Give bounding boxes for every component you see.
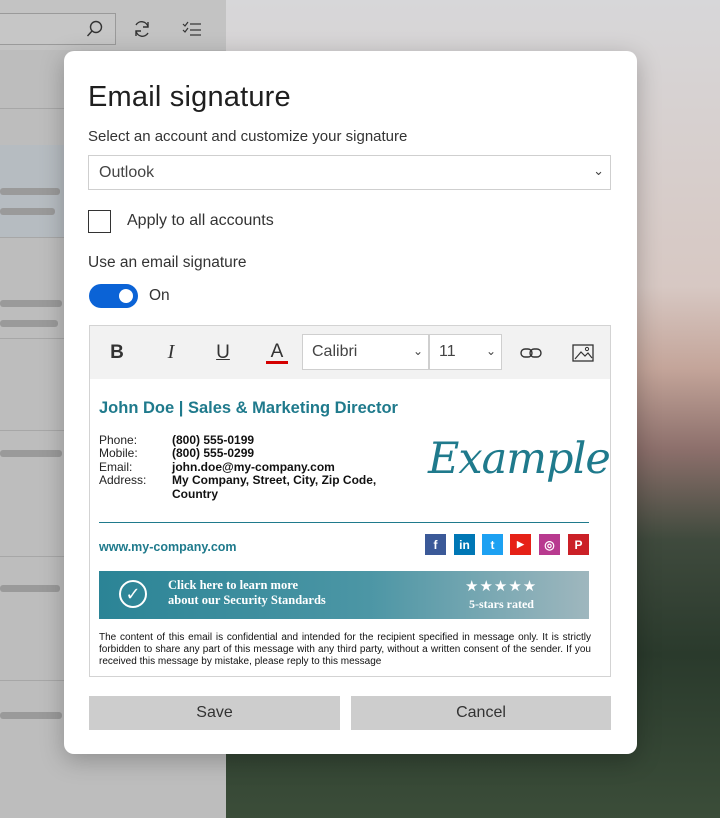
facebook-icon[interactable]: f <box>425 534 446 555</box>
signature-editor[interactable]: B I U A Calibri ⌄ 11 ⌄ John Doe | Sales … <box>89 325 611 677</box>
email-value: john.doe@my-company.com <box>172 459 335 474</box>
company-logo: Example <box>428 434 610 484</box>
blurred-text <box>0 320 58 327</box>
account-select[interactable]: Outlook ⌄ <box>88 155 611 190</box>
font-size-select[interactable]: 11 ⌄ <box>429 334 502 370</box>
banner-line-2: about our Security Standards <box>168 593 326 607</box>
blurred-text <box>0 208 55 215</box>
sync-icon[interactable] <box>127 13 157 45</box>
font-color-button[interactable]: A <box>260 336 294 369</box>
format-toolbar: B I U A Calibri ⌄ 11 ⌄ <box>90 326 610 379</box>
underline-button[interactable]: U <box>206 336 240 369</box>
insert-link-icon[interactable] <box>514 336 548 369</box>
signature-content[interactable]: John Doe | Sales & Marketing Director Ph… <box>90 379 610 676</box>
bold-button[interactable]: B <box>100 336 134 369</box>
use-signature-label: Use an email signature <box>88 254 247 271</box>
toggle-state-label: On <box>149 287 170 304</box>
toggle-knob <box>119 289 133 303</box>
rating-label: 5-stars rated <box>469 597 534 611</box>
dialog-title: Email signature <box>88 81 291 113</box>
checkmark-icon: ✓ <box>119 580 147 608</box>
search-icon[interactable] <box>80 13 110 45</box>
font-family-value: Calibri <box>312 343 358 360</box>
blurred-text <box>0 712 62 719</box>
disclaimer-text: The content of this email is confidentia… <box>99 632 591 668</box>
email-label: Email: <box>99 459 133 474</box>
address-value: My Company, Street, City, Zip Code, Coun… <box>172 473 377 501</box>
chevron-down-icon: ⌄ <box>485 344 496 358</box>
chevron-down-icon: ⌄ <box>412 344 423 358</box>
phone-value: (800) 555-0199 <box>172 433 255 447</box>
account-select-value: Outlook <box>99 163 155 181</box>
cancel-button[interactable]: Cancel <box>351 696 611 730</box>
signature-labels: Phone: Mobile: Email: Address: <box>99 433 147 488</box>
twitter-icon[interactable]: t <box>482 534 503 555</box>
pinterest-icon[interactable]: P <box>568 534 589 555</box>
phone-label: Phone: <box>99 433 138 447</box>
signature-values: (800) 555-0199 (800) 555-0299 john.doe@m… <box>172 433 422 501</box>
banner-text: Click here to learn more about our Secur… <box>168 578 326 608</box>
font-color-letter: A <box>270 341 284 362</box>
banner-line-1: Click here to learn more <box>168 578 299 592</box>
italic-button[interactable]: I <box>154 336 188 369</box>
blurred-text <box>0 300 62 307</box>
font-color-bar <box>266 361 288 364</box>
signature-name: John Doe | Sales & Marketing Director <box>99 399 398 417</box>
blurred-text <box>0 585 60 592</box>
email-signature-dialog: Email signature Select an account and cu… <box>64 51 637 754</box>
security-banner[interactable]: ✓ Click here to learn more about our Sec… <box>99 571 589 619</box>
mobile-value: (800) 555-0299 <box>172 446 255 461</box>
font-size-value: 11 <box>439 343 456 360</box>
website-link[interactable]: www.my-company.com <box>99 540 237 554</box>
linkedin-icon[interactable]: in <box>454 534 475 555</box>
star-rating-icon: ★★★★★ <box>465 577 538 595</box>
apply-all-checkbox[interactable] <box>88 210 111 233</box>
chevron-down-icon: ⌄ <box>593 163 604 178</box>
signature-toggle[interactable] <box>89 284 138 308</box>
address-label: Address: <box>99 473 147 488</box>
dialog-subtitle: Select an account and customize your sig… <box>88 128 408 145</box>
apply-all-label[interactable]: Apply to all accounts <box>127 212 274 230</box>
instagram-icon[interactable]: ◎ <box>539 534 560 555</box>
font-family-select[interactable]: Calibri ⌄ <box>302 334 429 370</box>
select-mode-icon[interactable] <box>177 13 207 45</box>
youtube-icon[interactable]: ▶ <box>510 534 531 555</box>
mobile-label: Mobile: <box>99 446 138 461</box>
save-button[interactable]: Save <box>89 696 340 730</box>
mail-toolbar <box>0 0 226 50</box>
signature-divider <box>99 522 589 523</box>
blurred-text <box>0 450 62 457</box>
insert-image-icon[interactable] <box>566 336 600 369</box>
blurred-text <box>0 188 60 195</box>
